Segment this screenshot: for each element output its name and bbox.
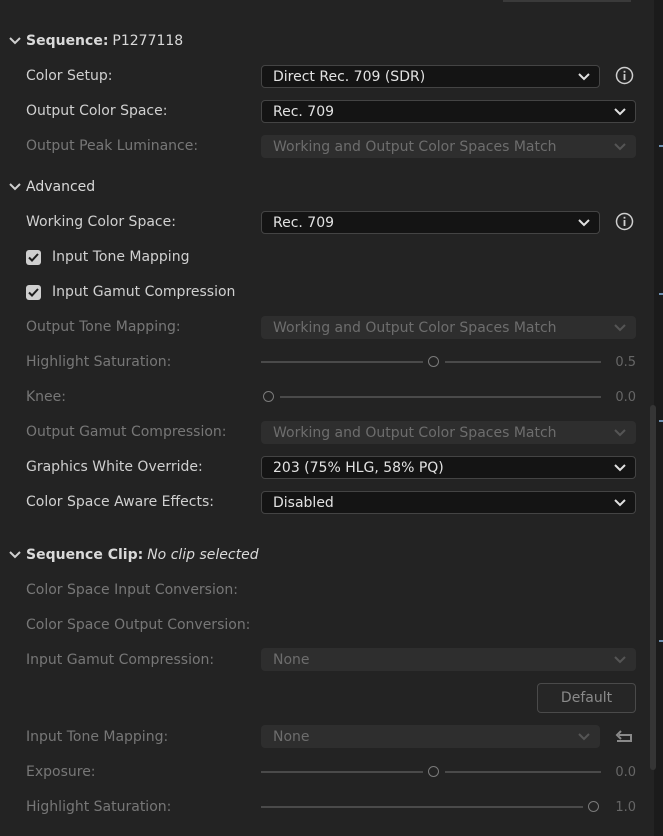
input-tone-mapping-label: Input Tone Mapping [52, 249, 190, 265]
exposure-label: Exposure: [26, 764, 96, 780]
slider-track-left [261, 771, 423, 773]
chevron-down-icon [613, 322, 627, 334]
edge-marker [659, 420, 663, 422]
input-gamut-compression-checkbox[interactable] [26, 285, 41, 300]
clip-highlight-saturation-value: 1.0 [615, 800, 636, 815]
chevron-down-icon [8, 34, 22, 48]
clip-input-tone-mapping-dropdown: None [261, 725, 600, 748]
chevron-down-icon [577, 217, 591, 229]
slider-track-right [445, 771, 601, 773]
section-title: Advanced [26, 179, 96, 195]
color-setup-dropdown[interactable]: Direct Rec. 709 (SDR) [261, 65, 600, 88]
dropdown-value: Working and Output Color Spaces Match [273, 138, 557, 155]
chevron-down-icon [8, 548, 22, 562]
info-icon[interactable] [615, 212, 634, 231]
chevron-down-icon [613, 106, 627, 118]
graphics-white-override-dropdown[interactable]: 203 (75% HLG, 58% PQ) [261, 456, 636, 479]
slider-track-right [445, 361, 601, 363]
graphics-white-override-label: Graphics White Override: [26, 459, 203, 475]
color-space-input-conversion-label: Color Space Input Conversion: [26, 582, 239, 598]
input-tone-mapping-checkbox[interactable] [26, 250, 41, 265]
color-space-output-conversion-label: Color Space Output Conversion: [26, 617, 251, 633]
dropdown-value: None [273, 728, 310, 745]
color-setup-label: Color Setup: [26, 68, 113, 84]
highlight-saturation-label: Highlight Saturation: [26, 354, 172, 370]
knee-value: 0.0 [615, 390, 636, 405]
working-color-space-label: Working Color Space: [26, 214, 176, 230]
output-gamut-compression-dropdown: Working and Output Color Spaces Match [261, 421, 636, 444]
top-edge-bar [503, 0, 631, 2]
dropdown-value: Working and Output Color Spaces Match [273, 319, 557, 336]
sequence-clip-section-header[interactable]: Sequence Clip: No clip selected [8, 547, 259, 563]
clip-status: No clip selected [147, 547, 259, 563]
color-space-aware-effects-dropdown[interactable]: Disabled [261, 491, 636, 514]
clip-input-tone-mapping-label: Input Tone Mapping: [26, 729, 169, 745]
clip-input-gamut-compression-dropdown: None [261, 648, 636, 671]
input-gamut-compression-label: Input Gamut Compression [52, 284, 236, 300]
dropdown-value: Rec. 709 [273, 214, 335, 231]
dropdown-value: Disabled [273, 494, 334, 511]
dropdown-value: Working and Output Color Spaces Match [273, 424, 557, 441]
chevron-down-icon [577, 71, 591, 83]
chevron-down-icon [613, 462, 627, 474]
chevron-down-icon [613, 427, 627, 439]
reset-icon[interactable] [612, 727, 636, 747]
section-title: Sequence: [26, 33, 109, 49]
slider-track-left [261, 806, 583, 808]
checkmark-icon [28, 288, 39, 297]
exposure-value: 0.0 [615, 765, 636, 780]
knee-label: Knee: [26, 389, 66, 405]
working-color-space-dropdown[interactable]: Rec. 709 [261, 211, 600, 234]
dropdown-value: Direct Rec. 709 (SDR) [273, 68, 426, 85]
color-space-aware-effects-label: Color Space Aware Effects: [26, 494, 214, 510]
dropdown-value: 203 (75% HLG, 58% PQ) [273, 459, 444, 476]
edge-marker [659, 640, 663, 642]
chevron-down-icon [613, 654, 627, 666]
output-gamut-compression-label: Output Gamut Compression: [26, 424, 227, 440]
sequence-section-header[interactable]: Sequence: P1277118 [8, 33, 183, 49]
slider-track-right [280, 396, 601, 398]
info-icon[interactable] [615, 66, 634, 85]
output-tone-mapping-label: Output Tone Mapping: [26, 319, 181, 335]
slider-track-left [261, 361, 423, 363]
output-color-space-label: Output Color Space: [26, 103, 168, 119]
dropdown-value: None [273, 651, 310, 668]
output-peak-luminance-dropdown: Working and Output Color Spaces Match [261, 135, 636, 158]
dropdown-value: Rec. 709 [273, 103, 335, 120]
default-button[interactable]: Default [537, 683, 636, 713]
highlight-saturation-value: 0.5 [615, 355, 636, 370]
clip-highlight-saturation-label: Highlight Saturation: [26, 799, 172, 815]
advanced-section-header[interactable]: Advanced [8, 179, 95, 195]
scrollbar[interactable] [650, 405, 656, 770]
output-peak-luminance-label: Output Peak Luminance: [26, 138, 199, 154]
chevron-down-icon [577, 731, 591, 743]
output-tone-mapping-dropdown: Working and Output Color Spaces Match [261, 316, 636, 339]
edge-marker [659, 145, 663, 147]
chevron-down-icon [613, 497, 627, 509]
knee-slider-thumb [263, 391, 274, 402]
clip-input-gamut-compression-label: Input Gamut Compression: [26, 652, 215, 668]
exposure-slider-thumb [428, 766, 439, 777]
checkmark-icon [28, 253, 39, 262]
sequence-name: P1277118 [112, 33, 184, 49]
chevron-down-icon [613, 141, 627, 153]
highlight-saturation-slider-thumb [428, 356, 439, 367]
chevron-down-icon [8, 180, 22, 194]
section-title: Sequence Clip: [26, 547, 144, 563]
edge-marker [659, 293, 663, 295]
output-color-space-dropdown[interactable]: Rec. 709 [261, 100, 636, 123]
